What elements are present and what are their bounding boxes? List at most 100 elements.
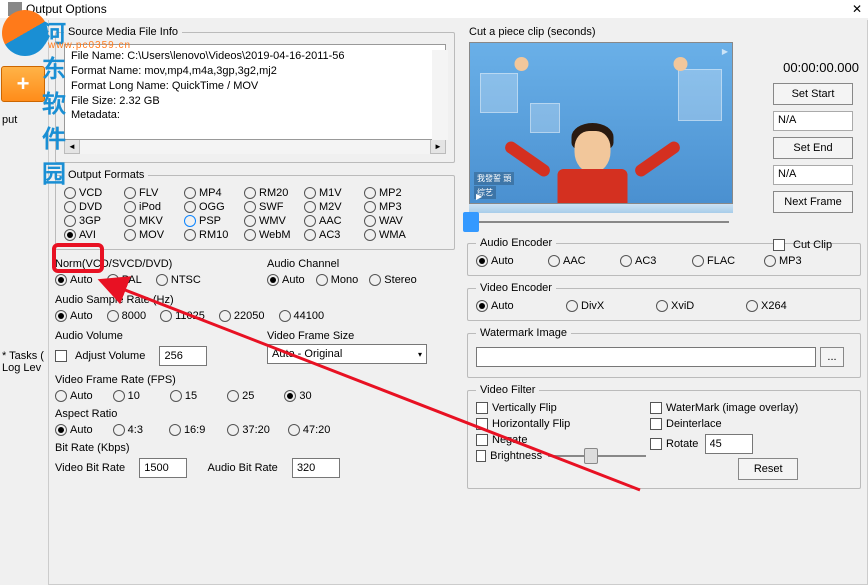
watermark-legend: Watermark Image: [476, 327, 571, 339]
achan-mono[interactable]: Mono: [316, 274, 359, 286]
aenc-ac3[interactable]: AC3: [620, 255, 692, 267]
scroll-left-icon[interactable]: ◄: [64, 138, 80, 154]
watermark-path-input[interactable]: [476, 347, 816, 367]
norm-auto[interactable]: Auto: [55, 274, 93, 286]
deinterlace-checkbox[interactable]: [650, 418, 662, 430]
srate-11025[interactable]: 11025: [160, 310, 205, 322]
aspect-43[interactable]: 4:3: [113, 424, 143, 436]
srate-8000[interactable]: 8000: [107, 310, 146, 322]
rotate-input[interactable]: [705, 434, 753, 454]
chevron-down-icon: ▾: [418, 350, 422, 359]
scrollbar-vertical[interactable]: [432, 50, 448, 140]
audio-bitrate-input[interactable]: [292, 458, 340, 478]
format-wma[interactable]: WMA: [364, 229, 424, 241]
format-psp[interactable]: PSP: [184, 215, 244, 227]
aenc-flac[interactable]: FLAC: [692, 255, 764, 267]
audio-channel-label: Audio Channel: [267, 258, 417, 270]
aspect-auto[interactable]: Auto: [55, 424, 93, 436]
format-vcd[interactable]: VCD: [64, 187, 124, 199]
end-value: N/A: [773, 165, 853, 185]
next-frame-button[interactable]: Next Frame: [773, 191, 853, 213]
negate-checkbox[interactable]: [476, 434, 488, 446]
format-webm[interactable]: WebM: [244, 229, 304, 241]
cut-clip-label: Cut a piece clip (seconds): [469, 26, 859, 38]
scrollbar-horizontal[interactable]: ◄ ►: [64, 138, 446, 154]
output-formats: Output Formats VCD FLV MP4 RM20 M1V MP2 …: [55, 169, 455, 250]
reset-button[interactable]: Reset: [738, 458, 798, 480]
format-avi[interactable]: AVI: [64, 229, 124, 241]
aenc-mp3[interactable]: MP3: [764, 255, 836, 267]
clip-slider[interactable]: [469, 221, 729, 223]
norm-pal[interactable]: PAL: [107, 274, 142, 286]
volume-input[interactable]: [159, 346, 207, 366]
aspect-169[interactable]: 16:9: [169, 424, 205, 436]
browse-button[interactable]: ...: [820, 347, 844, 367]
format-m1v[interactable]: M1V: [304, 187, 364, 199]
cut-clip-text: Cut Clip: [793, 239, 832, 251]
audio-encoder-legend: Audio Encoder: [476, 237, 556, 249]
frame-size-select[interactable]: Auto - Original▾: [267, 344, 427, 364]
vflip-checkbox[interactable]: [476, 402, 488, 414]
set-start-button[interactable]: Set Start: [773, 83, 853, 105]
venc-divx[interactable]: DivX: [566, 300, 656, 312]
vfrate-30[interactable]: 30: [284, 390, 311, 402]
format-m2v[interactable]: M2V: [304, 201, 364, 213]
hflip-checkbox[interactable]: [476, 418, 488, 430]
video-progress[interactable]: [469, 203, 733, 213]
slider-thumb[interactable]: [463, 212, 479, 232]
vfrate-25[interactable]: 25: [227, 390, 254, 402]
video-preview[interactable]: ▶ 我發誓 頭 综艺 ▶: [469, 42, 733, 204]
vfrate-auto[interactable]: Auto: [55, 390, 93, 402]
srate-44100[interactable]: 44100: [279, 310, 325, 322]
format-rm10[interactable]: RM10: [184, 229, 244, 241]
srate-22050[interactable]: 22050: [219, 310, 265, 322]
format-flv[interactable]: FLV: [124, 187, 184, 199]
adjust-volume-checkbox[interactable]: [55, 350, 67, 362]
aspect-3720[interactable]: 37:20: [227, 424, 270, 436]
aspect-ratio-label: Aspect Ratio: [55, 408, 455, 420]
video-bitrate-input[interactable]: [139, 458, 187, 478]
cut-clip-checkbox[interactable]: [773, 239, 785, 251]
format-3gp[interactable]: 3GP: [64, 215, 124, 227]
audio-volume-label: Audio Volume: [55, 330, 255, 342]
venc-x264[interactable]: X264: [746, 300, 836, 312]
format-mp2[interactable]: MP2: [364, 187, 424, 199]
vfrate-15[interactable]: 15: [170, 390, 197, 402]
aspect-4720[interactable]: 47:20: [288, 424, 331, 436]
format-aac[interactable]: AAC: [304, 215, 364, 227]
brightness-slider[interactable]: [548, 455, 646, 457]
rotate-checkbox[interactable]: [650, 438, 662, 450]
audio-bitrate-label: Audio Bit Rate: [207, 462, 277, 474]
aenc-aac[interactable]: AAC: [548, 255, 620, 267]
venc-auto[interactable]: Auto: [476, 300, 566, 312]
format-wmv[interactable]: WMV: [244, 215, 304, 227]
norm-ntsc[interactable]: NTSC: [156, 274, 201, 286]
vfrate-10[interactable]: 10: [113, 390, 140, 402]
venc-xvid[interactable]: XviD: [656, 300, 746, 312]
format-mkv[interactable]: MKV: [124, 215, 184, 227]
format-ac3[interactable]: AC3: [304, 229, 364, 241]
add-button[interactable]: +: [1, 66, 45, 102]
set-end-button[interactable]: Set End: [773, 137, 853, 159]
scroll-right-icon[interactable]: ►: [430, 138, 446, 154]
format-mp3[interactable]: MP3: [364, 201, 424, 213]
play-icon[interactable]: ▶: [476, 192, 482, 201]
format-ogg[interactable]: OGG: [184, 201, 244, 213]
brightness-checkbox[interactable]: [476, 450, 486, 462]
format-mp4[interactable]: MP4: [184, 187, 244, 199]
format-wav[interactable]: WAV: [364, 215, 424, 227]
close-icon[interactable]: ✕: [852, 2, 862, 16]
srate-auto[interactable]: Auto: [55, 310, 93, 322]
achan-auto[interactable]: Auto: [267, 274, 305, 286]
window-icon: [8, 2, 22, 16]
video-filter: Video Filter Vertically Flip Horizontall…: [467, 384, 861, 489]
achan-stereo[interactable]: Stereo: [369, 274, 416, 286]
format-swf[interactable]: SWF: [244, 201, 304, 213]
watermark-checkbox[interactable]: [650, 402, 662, 414]
aenc-auto[interactable]: Auto: [476, 255, 548, 267]
format-ipod[interactable]: iPod: [124, 201, 184, 213]
format-rm20[interactable]: RM20: [244, 187, 304, 199]
format-mov[interactable]: MOV: [124, 229, 184, 241]
video-encoder: Video Encoder Auto DivX XviD X264: [467, 282, 861, 321]
format-dvd[interactable]: DVD: [64, 201, 124, 213]
